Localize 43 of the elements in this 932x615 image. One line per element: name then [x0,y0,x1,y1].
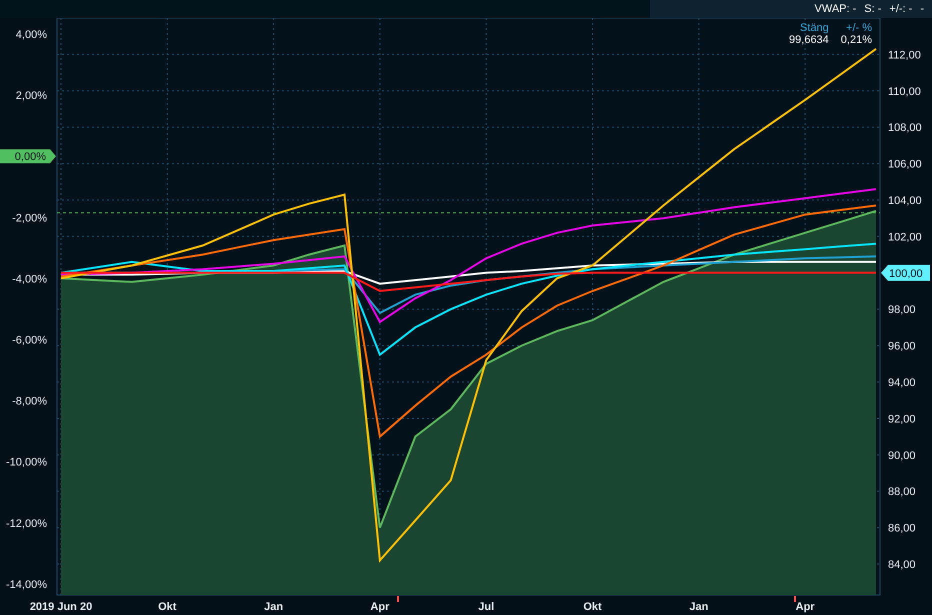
axis-label: Jul [478,601,494,613]
axis-label: Jan [689,601,708,613]
axis-label: 88,00 [888,486,916,498]
axis-label: 104,00 [888,195,922,208]
axis-label: 2,00% [16,90,47,102]
axis-label: Apr [796,601,815,613]
axis-label: 86,00 [888,522,916,535]
axis-label: 106,00 [888,158,922,171]
axis-label: -2,00% [12,212,47,224]
axis-label: -12,00% [6,518,47,530]
axis-label: -8,00% [12,396,47,408]
axis-label: 108,00 [888,122,922,134]
axis-label: Okt [158,601,176,613]
axis-label: Apr [370,601,390,613]
vwap-field: - [920,0,924,18]
vwap-field: S: - [864,0,882,18]
axis-label: -6,00% [12,334,47,346]
axis-label: Jan [264,601,284,613]
axis-label: 94,00 [888,377,916,390]
axis-label: 110,00 [888,86,921,98]
axis-label: 92,00 [888,413,916,426]
axis-label: 102,00 [888,231,922,244]
current-value-badge: 100,00 [881,264,930,281]
axis-label: Okt [583,601,602,613]
legend-value: 99,6634 [789,34,829,46]
axis-label: -10,00% [6,456,47,469]
axis-label: -14,00% [6,578,47,591]
axis-label: 2019 Jun 20 [30,601,92,613]
current-value-badge: 0,00% [0,149,56,164]
axis-label: 84,00 [888,559,916,572]
event-marker [794,596,796,602]
axis-label: 96,00 [888,340,916,353]
axis-label: 98,00 [888,304,916,316]
legend-heading: +/- % [846,22,872,34]
vwap-field: VWAP: - [814,0,856,18]
vwap-field: +/-: - [889,0,912,18]
legend-value: 0,21% [840,34,872,46]
legend-heading: Stäng [800,22,829,34]
axis-label: 4,00% [16,29,47,41]
axis-label: -4,00% [12,273,47,286]
axis-label: 90,00 [888,450,916,462]
axis-label: 112,00 [888,49,921,62]
event-marker [397,596,399,602]
